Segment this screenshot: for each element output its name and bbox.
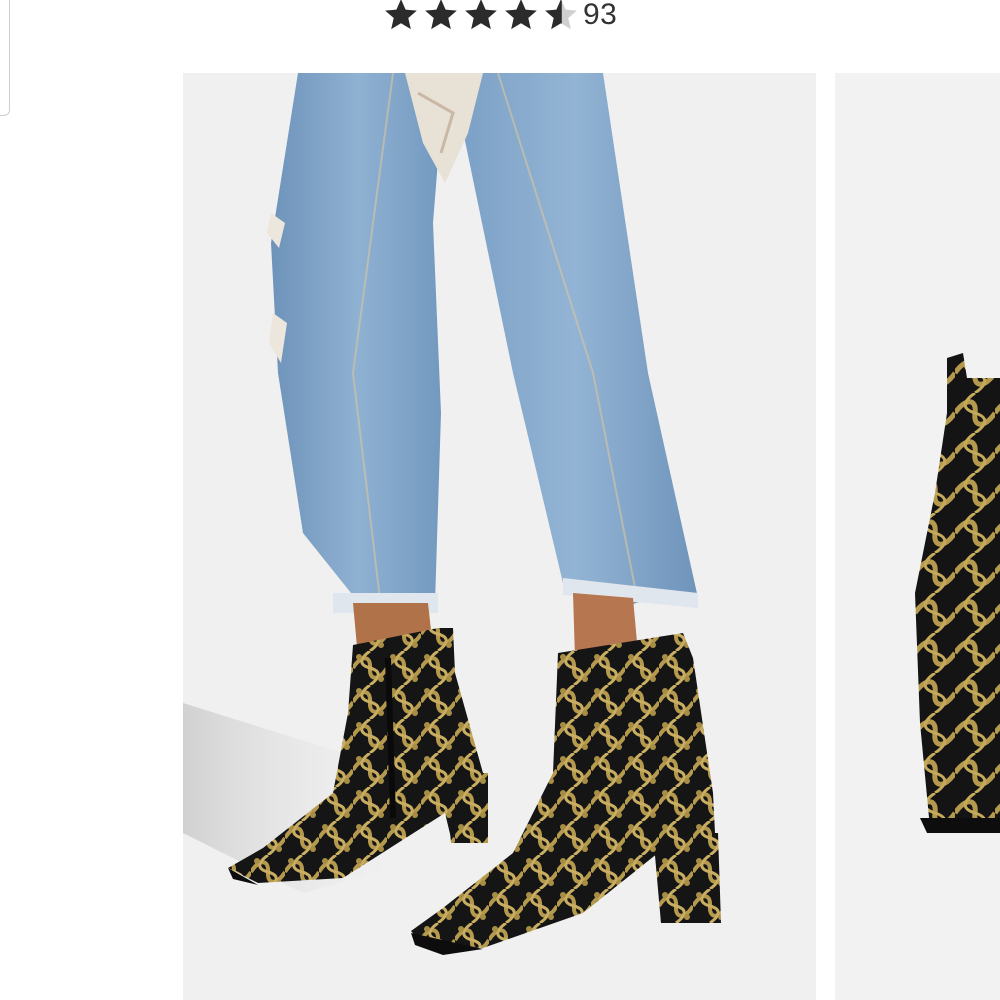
star-full-icon	[505, 0, 537, 30]
gallery-slide-next[interactable]	[835, 73, 1000, 1000]
gallery-slide-main[interactable]	[183, 73, 816, 1000]
rating-stars	[382, 0, 580, 34]
product-rating[interactable]: 93	[0, 0, 1000, 40]
star-full-icon	[385, 0, 417, 30]
review-count[interactable]: 93	[583, 0, 617, 32]
product-photo-boots-with-jeans	[183, 73, 816, 1000]
star-full-icon	[465, 0, 497, 30]
product-image-gallery[interactable]	[0, 73, 1000, 1000]
star-half-icon	[545, 0, 577, 30]
product-photo-boot-side	[835, 73, 1000, 1000]
star-full-icon	[425, 0, 457, 30]
